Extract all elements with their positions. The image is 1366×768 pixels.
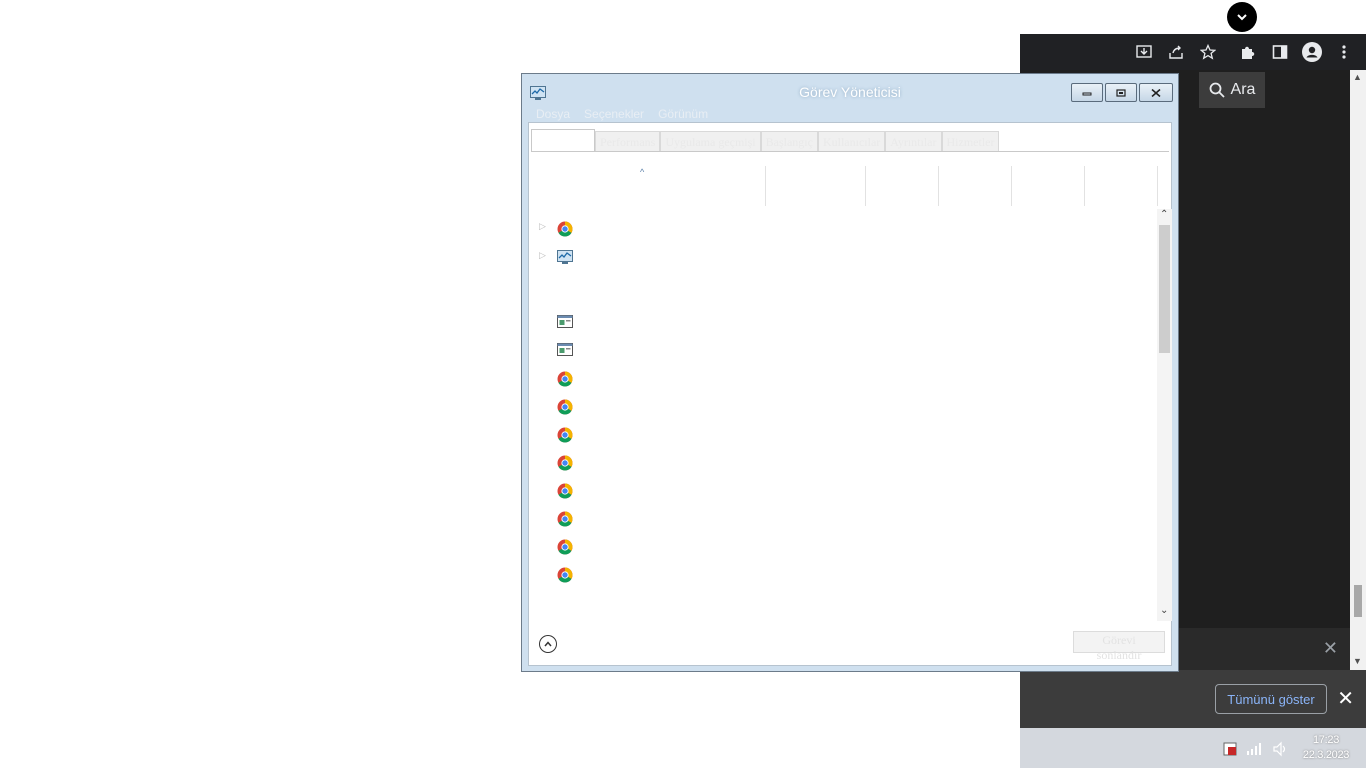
task-manager-client-area: Performans Uygulama geçmişi Başlangıç Ku… <box>528 122 1172 666</box>
chrome-icon <box>557 567 573 588</box>
column-separator[interactable] <box>938 166 939 206</box>
minimize-icon <box>1082 92 1092 95</box>
taskbar-clock[interactable]: 17:23 22.3.2023 <box>1296 733 1356 763</box>
chrome-icon <box>557 399 573 420</box>
chrome-icon <box>557 371 573 392</box>
browser-toolbar <box>1020 34 1366 70</box>
process-row[interactable] <box>529 423 1149 447</box>
task-manager-icon <box>557 250 573 269</box>
end-task-button[interactable]: Görevi sonlandır <box>1073 631 1165 662</box>
process-row[interactable] <box>529 451 1149 475</box>
expand-arrow-icon[interactable]: ▷ <box>539 221 546 232</box>
windows-taskbar: 17:23 22.3.2023 <box>1020 728 1366 768</box>
menu-options[interactable]: Seçenekler <box>584 107 644 121</box>
task-manager-window: Görev Yöneticisi Dosya Seçenekler Görünü… <box>521 73 1179 672</box>
process-row[interactable] <box>529 479 1149 503</box>
menu-view[interactable]: Görünüm <box>658 107 708 121</box>
column-separator[interactable] <box>1011 166 1012 206</box>
chrome-icon <box>557 427 573 448</box>
tab-divider <box>531 151 1169 152</box>
sort-ascending-icon[interactable]: ^ <box>640 167 644 177</box>
tab-processes[interactable] <box>531 129 595 152</box>
process-row[interactable] <box>529 367 1149 391</box>
side-panel-icon[interactable] <box>1270 42 1290 62</box>
column-separator[interactable] <box>765 166 766 206</box>
scroll-down-arrow-icon[interactable]: ▼ <box>1353 656 1362 666</box>
restore-icon <box>1116 88 1126 97</box>
process-row[interactable] <box>529 507 1149 531</box>
close-button[interactable] <box>1139 83 1173 102</box>
process-row[interactable] <box>529 311 1149 335</box>
download-bar: Tümünü göster ✕ <box>1020 670 1366 728</box>
tab-app-history[interactable]: Uygulama geçmişi <box>660 131 761 152</box>
show-all-downloads-button[interactable]: Tümünü göster <box>1215 684 1327 714</box>
tab-services[interactable]: Hizmetler <box>941 131 1000 152</box>
tab-startup[interactable]: Başlangıç <box>760 131 818 152</box>
chrome-icon <box>557 483 573 504</box>
scroll-up-arrow-icon[interactable]: ▲ <box>1353 72 1362 82</box>
close-icon[interactable]: ✕ <box>1323 638 1338 659</box>
process-row[interactable] <box>529 395 1149 419</box>
browser-scrollbar[interactable]: ▲ ▼ <box>1350 70 1366 670</box>
close-icon <box>1151 88 1161 97</box>
tab-details[interactable]: Ayrıntılar <box>885 131 942 152</box>
maximize-button[interactable] <box>1105 83 1137 102</box>
bookmark-star-icon[interactable] <box>1198 42 1218 62</box>
tab-bar: Performans Uygulama geçmişi Başlangıç Ku… <box>531 129 1000 152</box>
process-row[interactable]: ▷ <box>529 217 1149 241</box>
column-separator[interactable] <box>865 166 866 206</box>
search-tab[interactable]: Ara <box>1199 72 1265 108</box>
fewer-details-button[interactable] <box>539 635 557 653</box>
extensions-puzzle-icon[interactable] <box>1238 42 1258 62</box>
search-icon <box>1209 82 1225 98</box>
process-row[interactable] <box>529 563 1149 587</box>
more-menu-icon[interactable] <box>1334 42 1354 62</box>
search-tab-label: Ara <box>1230 81 1256 98</box>
volume-speaker-icon[interactable] <box>1272 741 1288 762</box>
window-icon <box>557 315 573 333</box>
tab-performance[interactable]: Performans <box>595 131 661 152</box>
action-center-flag-icon[interactable] <box>1222 741 1238 762</box>
profile-avatar-icon[interactable] <box>1302 42 1322 62</box>
scroll-up-arrow-icon[interactable]: ⌃ <box>1160 209 1168 220</box>
process-row[interactable]: ▷ <box>529 246 1149 270</box>
scroll-thumb[interactable] <box>1159 225 1170 353</box>
expand-arrow-icon[interactable]: ▷ <box>539 250 546 261</box>
downloads-chevron-button[interactable] <box>1227 2 1257 32</box>
process-row[interactable] <box>529 535 1149 559</box>
chrome-icon <box>557 455 573 476</box>
network-signal-icon[interactable] <box>1246 741 1264 760</box>
chrome-icon <box>557 221 573 242</box>
window-icon <box>557 343 573 361</box>
menu-file[interactable]: Dosya <box>536 107 570 121</box>
chevron-down-icon <box>1237 14 1247 21</box>
minimize-button[interactable] <box>1071 83 1103 102</box>
column-separator[interactable] <box>1084 166 1085 206</box>
install-app-icon[interactable] <box>1134 42 1154 62</box>
clock-date: 22.3.2023 <box>1302 749 1350 761</box>
process-list-scrollbar[interactable]: ⌃ ⌄ <box>1157 209 1172 621</box>
menu-bar: Dosya Seçenekler Görünüm <box>536 107 708 121</box>
column-separator[interactable] <box>1157 166 1158 206</box>
close-icon[interactable]: ✕ <box>1337 686 1354 711</box>
process-row[interactable] <box>529 339 1149 363</box>
chrome-icon <box>557 539 573 560</box>
chevron-up-icon <box>544 641 552 647</box>
scroll-down-arrow-icon[interactable]: ⌄ <box>1160 605 1168 616</box>
share-icon[interactable] <box>1166 42 1186 62</box>
clock-time: 17:23 <box>1312 734 1340 746</box>
tab-users[interactable]: Kullanıcılar <box>817 131 886 152</box>
browser-scroll-thumb[interactable] <box>1354 585 1362 617</box>
chrome-icon <box>557 511 573 532</box>
